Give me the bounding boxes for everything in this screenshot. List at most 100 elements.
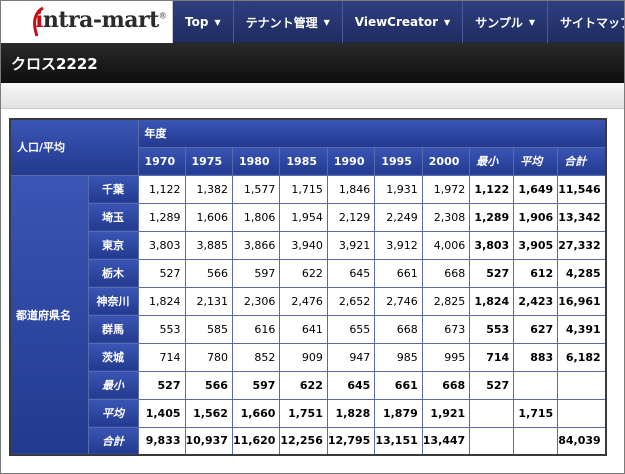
table-cell: 2,476 xyxy=(279,286,328,316)
intra-mart-logo[interactable]: intra-mart® xyxy=(1,1,173,43)
aggregate-cell: 1,824 xyxy=(469,286,515,316)
aggregate-cell: 627 xyxy=(513,314,559,344)
table-cell: 2,825 xyxy=(421,286,471,316)
row-header-aggregate: 合計 xyxy=(87,426,139,456)
table-cell: 10,937 xyxy=(184,426,233,456)
table-cell: 641 xyxy=(279,314,328,344)
table-cell: 3,940 xyxy=(279,230,328,260)
menu-label: サンプル xyxy=(475,15,523,30)
aggregate-cell: 714 xyxy=(469,342,515,372)
table-cell: 1,562 xyxy=(184,398,233,428)
aggregate-cell: 883 xyxy=(513,342,559,372)
row-dimension-header: 都道府県名 xyxy=(9,174,89,456)
aggregate-cell: 4,391 xyxy=(557,314,607,344)
page-title: クロス2222 xyxy=(11,55,98,73)
column-header-year: 1975 xyxy=(184,146,233,176)
table-cell: 668 xyxy=(421,370,471,400)
chevron-down-icon: ▼ xyxy=(214,17,221,27)
row-header-prefecture: 千葉 xyxy=(87,174,139,204)
table-cell: 2,652 xyxy=(326,286,376,316)
menu-label: テナント管理 xyxy=(245,15,318,30)
table-cell: 1,824 xyxy=(137,286,186,316)
row-header-prefecture: 埼玉 xyxy=(87,202,139,232)
table-cell: 3,921 xyxy=(326,230,376,260)
table-cell: 661 xyxy=(374,258,423,288)
aggregate-cell xyxy=(513,370,559,400)
app-window: intra-mart® Top ▼ テナント管理 ▼ ViewCreator ▼… xyxy=(0,0,625,474)
aggregate-cell: 1,649 xyxy=(513,174,559,204)
aggregate-cell xyxy=(469,398,515,428)
chevron-down-icon: ▼ xyxy=(528,17,535,27)
aggregate-cell xyxy=(469,426,515,456)
column-header-aggregate: 合計 xyxy=(557,146,607,176)
aggregate-cell xyxy=(513,426,559,456)
table-cell: 4,006 xyxy=(421,230,471,260)
menu-viewcreator[interactable]: ViewCreator ▼ xyxy=(343,1,464,43)
table-cell: 1,879 xyxy=(374,398,423,428)
table-cell: 645 xyxy=(326,258,376,288)
table-cell: 1,751 xyxy=(279,398,328,428)
table-cell: 668 xyxy=(421,258,471,288)
column-header-aggregate: 最小 xyxy=(469,146,515,176)
aggregate-cell: 2,423 xyxy=(513,286,559,316)
table-cell: 985 xyxy=(374,342,423,372)
table-cell: 1,660 xyxy=(231,398,281,428)
table-cell: 2,129 xyxy=(326,202,376,232)
table-cell: 1,122 xyxy=(137,174,186,204)
table-cell: 1,715 xyxy=(279,174,328,204)
aggregate-cell xyxy=(557,370,607,400)
chevron-down-icon: ▼ xyxy=(444,17,451,27)
table-cell: 1,954 xyxy=(279,202,328,232)
menu-tenant-management[interactable]: テナント管理 ▼ xyxy=(234,1,343,43)
table-cell: 2,306 xyxy=(231,286,281,316)
table-cell: 616 xyxy=(231,314,281,344)
aggregate-cell: 527 xyxy=(469,258,515,288)
aggregate-cell: 13,342 xyxy=(557,202,607,232)
table-cell: 1,577 xyxy=(231,174,281,204)
table-cell: 597 xyxy=(231,258,281,288)
table-cell: 2,249 xyxy=(374,202,423,232)
table-cell: 1,972 xyxy=(421,174,471,204)
table-cell: 852 xyxy=(231,342,281,372)
column-header-year: 1990 xyxy=(326,146,376,176)
column-header-year: 1995 xyxy=(374,146,423,176)
aggregate-cell: 11,546 xyxy=(557,174,607,204)
top-nav-bar: intra-mart® Top ▼ テナント管理 ▼ ViewCreator ▼… xyxy=(1,1,624,43)
table-cell: 673 xyxy=(421,314,471,344)
chevron-down-icon: ▼ xyxy=(323,17,330,27)
pivot-table-container: 人口/平均 年度 1970 1975 1980 1985 1990 1995 2000 最小平… xyxy=(9,118,607,456)
column-header-year: 1985 xyxy=(279,146,328,176)
table-cell: 597 xyxy=(231,370,281,400)
table-cell: 585 xyxy=(184,314,233,344)
table-cell: 622 xyxy=(279,258,328,288)
table-row: 栃木 527 566 597 622 645 661 668 527 612 4,285 xyxy=(10,258,607,288)
column-dimension-header: 年度 xyxy=(137,118,607,148)
table-cell: 2,131 xyxy=(184,286,233,316)
aggregate-cell xyxy=(557,398,607,428)
aggregate-cell: 84,039 xyxy=(557,426,607,456)
aggregate-cell: 4,285 xyxy=(557,258,607,288)
row-header-aggregate: 最小 xyxy=(87,370,139,400)
row-header-prefecture: 栃木 xyxy=(87,258,139,288)
table-cell: 1,806 xyxy=(231,202,281,232)
table-cell: 2,308 xyxy=(421,202,471,232)
aggregate-cell: 612 xyxy=(513,258,559,288)
row-header-prefecture: 東京 xyxy=(87,230,139,260)
menu-sample[interactable]: サンプル ▼ xyxy=(463,1,548,43)
table-row: 都道府県名 千葉 1,122 1,382 1,577 1,715 1,846 1,931 1,9… xyxy=(9,174,607,456)
menu-sitemap[interactable]: サイトマップ xyxy=(548,1,624,43)
table-cell: 655 xyxy=(326,314,376,344)
table-cell: 1,606 xyxy=(184,202,233,232)
table-cell: 947 xyxy=(326,342,376,372)
table-cell: 12,256 xyxy=(279,426,328,456)
header-row-1: 人口/平均 年度 xyxy=(9,118,607,176)
table-cell: 553 xyxy=(137,314,186,344)
table-cell: 1,289 xyxy=(137,202,186,232)
table-cell: 527 xyxy=(137,370,186,400)
aggregate-cell: 3,905 xyxy=(513,230,559,260)
table-cell: 3,885 xyxy=(184,230,233,260)
table-cell: 3,866 xyxy=(231,230,281,260)
table-row: 神奈川 1,824 2,131 2,306 2,476 2,652 2,746 2,825 1,… xyxy=(10,286,607,316)
table-cell: 1,828 xyxy=(326,398,376,428)
menu-top[interactable]: Top ▼ xyxy=(173,1,234,43)
